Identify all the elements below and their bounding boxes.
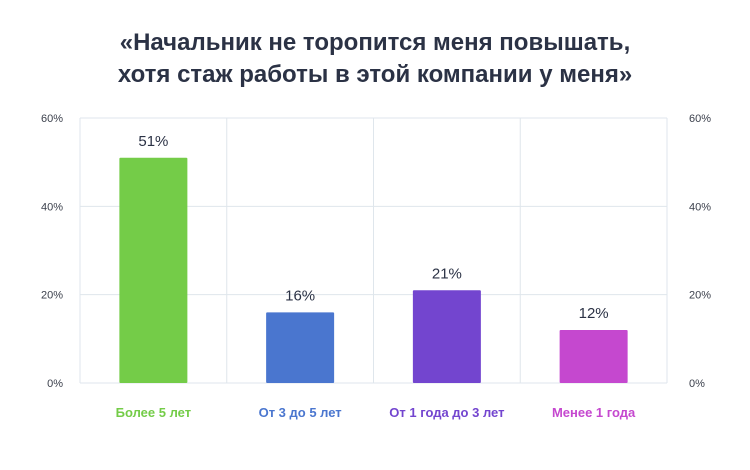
bar <box>559 330 628 383</box>
bar <box>119 157 188 383</box>
x-category-label: Более 5 лет <box>116 405 191 420</box>
bar <box>266 312 335 383</box>
bar-value-label: 16% <box>285 287 315 304</box>
x-category-label: Менее 1 года <box>552 405 636 420</box>
y-tick-label-left: 40% <box>41 201 63 213</box>
bar-value-label: 51% <box>138 133 168 150</box>
bar <box>412 290 481 383</box>
chart-container: «Начальник не торопится меня повышать, х… <box>0 0 750 470</box>
bar-chart: 0% 0% 20% 20% 40% 40% 60% 60% 51% Более 5 лет 16% О… <box>41 113 711 420</box>
y-tick-label-left: 20% <box>41 290 63 302</box>
bar-value-label: 12% <box>579 305 609 322</box>
y-tick-label-left: 60% <box>41 113 63 125</box>
y-tick-label-left: 0% <box>47 378 63 390</box>
y-tick-label-right: 40% <box>689 201 711 213</box>
y-tick-label-right: 60% <box>689 113 711 125</box>
bar-value-label: 21% <box>432 265 462 282</box>
x-category-label: От 1 года до 3 лет <box>389 405 504 420</box>
y-tick-label-right: 0% <box>689 378 705 390</box>
y-tick-label-right: 20% <box>689 290 711 302</box>
x-category-label: От 3 до 5 лет <box>259 405 342 420</box>
